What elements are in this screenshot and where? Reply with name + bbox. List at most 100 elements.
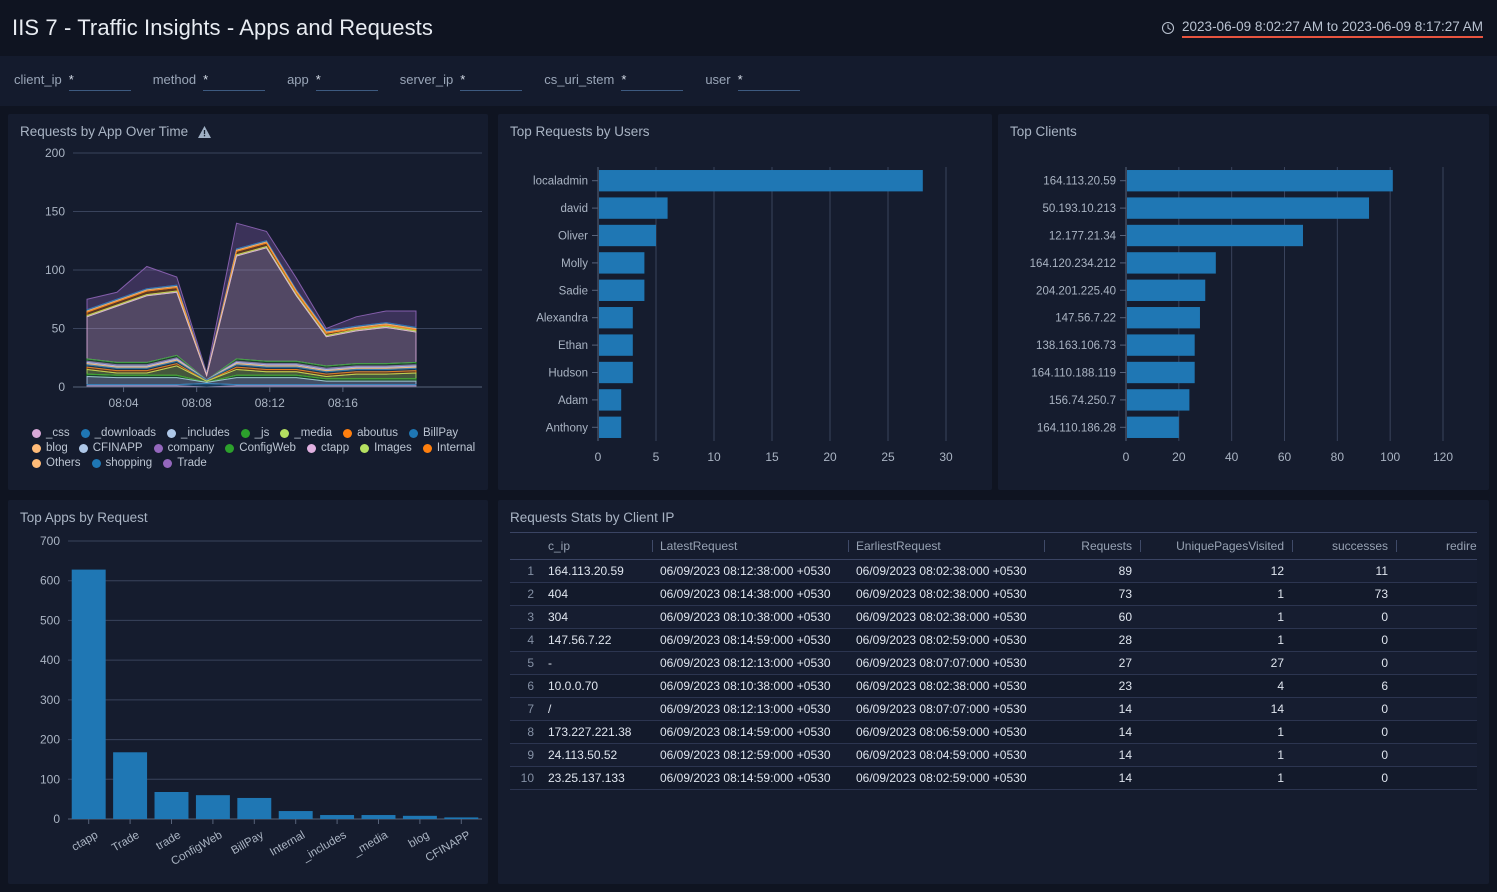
warning-triangle-icon[interactable] — [197, 125, 212, 139]
legend-item[interactable]: shopping — [92, 457, 153, 469]
legend-item[interactable]: _downloads — [81, 427, 156, 439]
cell-rownum: 2 — [510, 583, 540, 606]
filter-input-app[interactable]: * — [316, 72, 378, 91]
bar[interactable] — [1127, 197, 1369, 218]
cell-c-ip: 304 — [540, 606, 652, 629]
bar[interactable] — [72, 570, 106, 819]
bar[interactable] — [599, 252, 644, 273]
table-row[interactable]: 4147.56.7.2206/09/2023 08:14:59:000 +053… — [510, 629, 1477, 652]
col-earliest-request[interactable]: EarliestRequest — [848, 533, 1044, 560]
legend-item[interactable]: _includes — [167, 427, 230, 439]
filter-input-method[interactable]: * — [203, 72, 265, 91]
legend-item[interactable]: ConfigWeb — [225, 442, 296, 454]
col-latest-request[interactable]: LatestRequest — [652, 533, 848, 560]
col-requests[interactable]: Requests — [1044, 533, 1140, 560]
bar[interactable] — [362, 815, 396, 819]
filter-input-server-ip[interactable]: * — [460, 72, 522, 91]
bar[interactable] — [599, 225, 656, 246]
bar[interactable] — [599, 307, 633, 328]
bar[interactable] — [320, 815, 354, 819]
filter-label-user: user — [705, 72, 730, 87]
legend-item[interactable]: CFINAPP — [79, 442, 143, 454]
legend-item[interactable]: BillPay — [409, 427, 458, 439]
filter-client-ip[interactable]: client_ip * — [14, 72, 131, 91]
bar[interactable] — [1127, 252, 1216, 273]
bar[interactable] — [1127, 280, 1205, 301]
cell-unique-pages-visited: 1 — [1140, 721, 1292, 744]
bar[interactable] — [196, 795, 230, 819]
legend-item[interactable]: blog — [32, 442, 68, 454]
top-requests-by-users-chart[interactable]: 051015202530localadmindavidOliverMollySa… — [510, 141, 980, 489]
bar[interactable] — [1127, 417, 1179, 438]
bar[interactable] — [237, 798, 271, 819]
bar[interactable] — [599, 280, 644, 301]
top-apps-by-request-chart[interactable]: 0100200300400500600700ctappTradetradeCon… — [20, 527, 486, 885]
filter-input-client-ip[interactable]: * — [69, 72, 131, 91]
time-range-picker[interactable]: 2023-06-09 8:02:27 AM to 2023-06-09 8:17… — [1161, 19, 1483, 38]
legend-item[interactable]: Images — [360, 442, 412, 454]
filter-user[interactable]: user * — [705, 72, 799, 91]
time-range-label[interactable]: 2023-06-09 8:02:27 AM to 2023-06-09 8:17… — [1182, 19, 1483, 38]
filter-app[interactable]: app * — [287, 72, 378, 91]
legend-item[interactable]: _css — [32, 427, 70, 439]
bar[interactable] — [113, 752, 147, 819]
table-row[interactable]: 1023.25.137.13306/09/2023 08:14:59:000 +… — [510, 767, 1477, 790]
bar[interactable] — [403, 816, 437, 819]
bar[interactable] — [599, 334, 633, 355]
legend-item[interactable]: Trade — [163, 457, 207, 469]
panel-requests-by-app-over-time: Requests by App Over Time 05010015020008… — [8, 114, 488, 490]
table-row[interactable]: 1164.113.20.5906/09/2023 08:12:38:000 +0… — [510, 560, 1477, 583]
legend-item[interactable]: _js — [241, 427, 270, 439]
bar[interactable] — [155, 792, 189, 819]
legend-color-dot — [360, 444, 369, 453]
legend-item[interactable]: Others — [32, 457, 81, 469]
bar[interactable] — [1127, 362, 1195, 383]
col-c-ip[interactable]: c_ip — [540, 533, 652, 560]
category-label: Hudson — [548, 368, 588, 380]
col-successes[interactable]: successes — [1292, 533, 1396, 560]
bar[interactable] — [279, 811, 313, 819]
table-row[interactable]: 5-06/09/2023 08:12:13:000 +053006/09/202… — [510, 652, 1477, 675]
filter-method[interactable]: method * — [153, 72, 265, 91]
filter-server-ip[interactable]: server_ip * — [400, 72, 522, 91]
filter-input-cs-uri-stem[interactable]: * — [621, 72, 683, 91]
bar[interactable] — [1127, 307, 1200, 328]
table-row[interactable]: 8173.227.221.3806/09/2023 08:14:59:000 +… — [510, 721, 1477, 744]
col-unique-pages-visited[interactable]: UniquePagesVisited — [1140, 533, 1292, 560]
bar[interactable] — [599, 197, 668, 218]
legend-label: _css — [46, 427, 70, 439]
legend-item[interactable]: company — [154, 442, 215, 454]
table-row[interactable]: 7/06/09/2023 08:12:13:000 +053006/09/202… — [510, 698, 1477, 721]
bar[interactable] — [599, 362, 633, 383]
legend-item[interactable]: _media — [280, 427, 332, 439]
svg-text:100: 100 — [45, 263, 65, 277]
legend-color-dot — [32, 429, 41, 438]
filter-cs-uri-stem[interactable]: cs_uri_stem * — [544, 72, 683, 91]
table-scroll-area[interactable]: c_ip LatestRequest EarliestRequest Reque… — [510, 532, 1477, 790]
legend-item[interactable]: Internal — [423, 442, 475, 454]
table-row[interactable]: 610.0.0.7006/09/2023 08:10:38:000 +05300… — [510, 675, 1477, 698]
legend-item[interactable]: ctapp — [307, 442, 349, 454]
table-row[interactable]: 330406/09/2023 08:10:38:000 +053006/09/2… — [510, 606, 1477, 629]
bar[interactable] — [1127, 170, 1393, 191]
col-redirects[interactable]: redirects — [1396, 533, 1477, 560]
bar[interactable] — [599, 170, 923, 191]
category-label: BillPay — [229, 829, 266, 857]
table-row[interactable]: 924.113.50.5206/09/2023 08:12:59:000 +05… — [510, 744, 1477, 767]
bar[interactable] — [599, 389, 621, 410]
bar[interactable] — [1127, 389, 1189, 410]
cell-successes: 0 — [1292, 744, 1396, 767]
filter-input-user[interactable]: * — [738, 72, 800, 91]
table-row[interactable]: 240406/09/2023 08:14:38:000 +053006/09/2… — [510, 583, 1477, 606]
category-label: Ethan — [558, 340, 588, 352]
bar[interactable] — [444, 817, 478, 819]
cell-successes: 0 — [1292, 698, 1396, 721]
bar[interactable] — [1127, 334, 1195, 355]
area-chart[interactable]: 05010015020008:0408:0808:1208:16 — [20, 141, 486, 421]
svg-text:0: 0 — [58, 380, 65, 394]
bar[interactable] — [599, 417, 621, 438]
top-clients-chart[interactable]: 020406080100120164.113.20.5950.193.10.21… — [1010, 141, 1477, 489]
legend-item[interactable]: aboutus — [343, 427, 398, 439]
svg-text:50: 50 — [52, 322, 66, 336]
bar[interactable] — [1127, 225, 1303, 246]
